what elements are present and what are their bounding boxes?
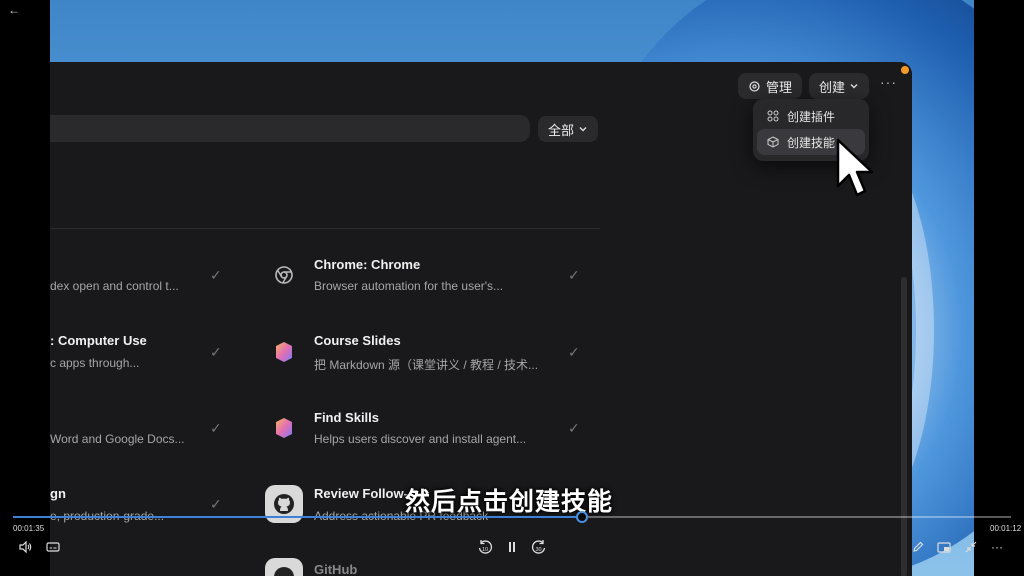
chrome-icon — [267, 258, 301, 292]
skill-title: Course Slides — [314, 333, 401, 348]
menu-item-label: 创建技能 — [787, 135, 836, 150]
gear-icon — [749, 80, 760, 92]
miniplayer-icon[interactable] — [934, 538, 954, 556]
skill-title: Chrome: Chrome — [314, 257, 421, 272]
installed-check-icon: ✓ — [210, 496, 222, 512]
skill-title: Review Follow- — [314, 486, 408, 501]
more-icon[interactable]: ··· — [987, 538, 1007, 556]
edit-icon[interactable] — [908, 538, 928, 556]
installed-check-icon: ✓ — [568, 420, 580, 436]
forward-30-icon[interactable]: 30 — [529, 538, 549, 556]
section-divider — [50, 228, 600, 229]
github-icon — [265, 558, 303, 576]
more-options-button[interactable]: ··· — [880, 74, 897, 90]
menu-item-create-plugin[interactable]: 创建插件 — [757, 103, 865, 129]
volume-icon[interactable] — [16, 538, 36, 556]
installed-check-icon: ✓ — [568, 344, 580, 360]
filter-label: 全部 — [547, 122, 574, 138]
installed-check-icon: ✓ — [568, 267, 580, 283]
search-input[interactable] — [50, 115, 530, 142]
chevron-down-icon — [850, 84, 858, 89]
skill-title: GitHub — [314, 562, 358, 576]
collapse-icon[interactable] — [961, 538, 981, 556]
skill-title: : Computer Use — [50, 333, 147, 348]
installed-check-icon: ✓ — [210, 420, 222, 436]
scrollbar[interactable] — [901, 277, 907, 576]
skill-description: c apps through... — [50, 356, 140, 370]
skill-title: gn — [50, 486, 66, 501]
create-label: 创建 — [818, 79, 845, 95]
installed-check-icon: ✓ — [210, 344, 222, 360]
progress-fill — [13, 516, 582, 518]
svg-text:10: 10 — [482, 547, 488, 553]
create-button[interactable]: 创建 — [809, 73, 869, 99]
installed-check-icon: ✓ — [210, 267, 222, 283]
back-arrow-icon[interactable]: ← — [8, 3, 20, 17]
pause-icon[interactable] — [502, 538, 522, 556]
mouse-cursor-icon — [836, 138, 874, 197]
progress-handle[interactable] — [575, 511, 588, 523]
svg-text:30: 30 — [536, 547, 542, 553]
elapsed-time: 00:01:35 — [13, 524, 45, 533]
skill-description: 把 Markdown 源（课堂讲义 / 教程 / 技术... — [314, 358, 539, 372]
menu-item-label: 创建插件 — [787, 109, 836, 124]
captions-icon[interactable] — [43, 538, 63, 556]
skill-title: Find Skills — [314, 410, 380, 425]
layers-icon — [267, 411, 301, 445]
cube-icon — [767, 136, 779, 148]
manage-button[interactable]: 管理 — [738, 73, 802, 99]
filter-dropdown[interactable]: 全部 — [538, 116, 598, 142]
total-duration: 00:01:12 — [990, 524, 1022, 533]
chevron-down-icon — [579, 127, 587, 132]
manage-label: 管理 — [765, 79, 792, 95]
skill-description: Browser automation for the user's... — [314, 279, 504, 293]
status-dot — [901, 66, 909, 74]
skill-description: Word and Google Docs... — [50, 432, 185, 446]
skill-description: Helps users discover and install agent..… — [314, 432, 527, 446]
progress-bar[interactable] — [13, 511, 1011, 523]
rewind-10-icon[interactable]: 10 — [475, 538, 495, 556]
layers-icon — [267, 335, 301, 369]
skill-description: dex open and control t... — [50, 279, 179, 293]
plugin-grid-icon — [767, 110, 779, 122]
